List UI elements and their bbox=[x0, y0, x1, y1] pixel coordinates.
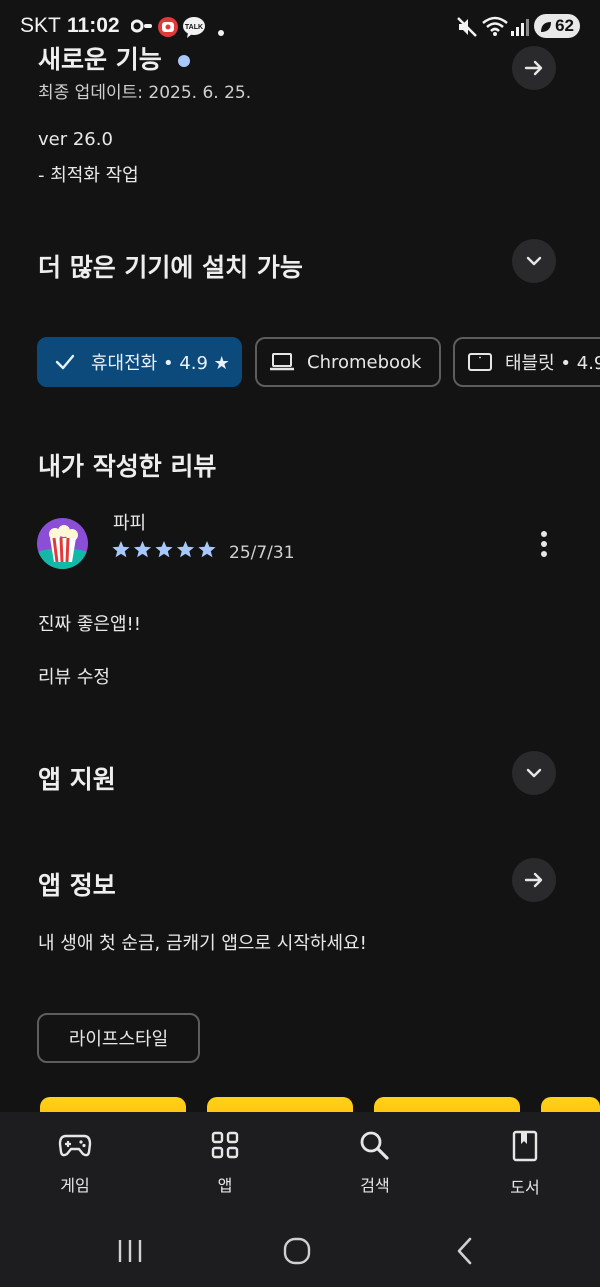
whats-new-title-text: 새로운 기능 bbox=[38, 45, 162, 74]
devices-title: 더 많은 기기에 설치 가능 bbox=[38, 253, 303, 282]
clock: 11:02 bbox=[67, 14, 120, 37]
kakaotalk-icon: TALK bbox=[182, 15, 206, 43]
nav-books-label: 도서 bbox=[510, 1178, 540, 1197]
edit-review-link[interactable]: 리뷰 수정 bbox=[38, 663, 110, 689]
nav-apps-label: 앱 bbox=[217, 1176, 233, 1195]
nav-search-label: 검색 bbox=[360, 1176, 390, 1195]
chip-phone[interactable]: 휴대전화 • 4.9 ★ bbox=[37, 337, 242, 387]
back-button[interactable] bbox=[453, 1237, 477, 1269]
review-text: 진짜 좋은앱!! bbox=[38, 614, 141, 635]
mute-icon bbox=[456, 16, 478, 42]
category-chip-label: 라이프스타일 bbox=[68, 1029, 169, 1050]
tablet-icon bbox=[468, 353, 492, 371]
chip-tablet-label: 태블릿 • 4.9 bbox=[505, 353, 600, 374]
nav-games[interactable]: 게임 bbox=[25, 1130, 125, 1196]
new-dot-icon bbox=[178, 55, 191, 67]
talk-badge: TALK bbox=[185, 24, 203, 31]
carrier-label: SKT bbox=[20, 14, 61, 37]
last-updated: 최종 업데이트: 2025. 6. 25. bbox=[38, 83, 252, 103]
arrow-right-icon bbox=[524, 60, 543, 76]
nav-apps[interactable]: 앱 bbox=[175, 1130, 275, 1196]
popcorn-avatar-icon bbox=[37, 518, 88, 569]
chevron-down-icon bbox=[526, 256, 542, 266]
chip-chromebook-label: Chromebook bbox=[307, 351, 422, 373]
more-vert-icon bbox=[541, 531, 547, 537]
recent-apps-button[interactable] bbox=[115, 1238, 145, 1268]
recents-icon bbox=[118, 1240, 142, 1262]
app-notification-icon bbox=[157, 16, 179, 42]
app-description: 내 생애 첫 순금, 금캐기 앱으로 시작하세요! bbox=[38, 933, 367, 954]
app-info-open-button[interactable] bbox=[512, 858, 556, 902]
nav-books[interactable]: 도서 bbox=[475, 1130, 575, 1198]
review-date: 25/7/31 bbox=[229, 543, 295, 563]
app-support-expand-button[interactable] bbox=[512, 751, 556, 795]
dot-icon bbox=[217, 22, 225, 41]
whats-new-title: 새로운 기능 bbox=[38, 40, 191, 76]
laptop-icon bbox=[270, 353, 294, 371]
category-chip[interactable]: 라이프스타일 bbox=[37, 1013, 200, 1063]
review-author: 파피 bbox=[113, 513, 147, 534]
review-rating bbox=[112, 540, 218, 564]
apps-grid-icon bbox=[211, 1131, 239, 1159]
arrow-right-icon bbox=[524, 872, 543, 888]
chip-chromebook[interactable]: Chromebook bbox=[255, 337, 441, 387]
wifi-icon bbox=[482, 15, 508, 41]
signal-icon bbox=[510, 17, 530, 41]
book-icon bbox=[512, 1130, 538, 1162]
my-review-title: 내가 작성한 리뷰 bbox=[38, 452, 217, 481]
star-rating-icon bbox=[112, 541, 216, 558]
search-icon bbox=[360, 1131, 389, 1160]
app-info-title: 앱 정보 bbox=[38, 871, 116, 900]
nav-search[interactable]: 검색 bbox=[325, 1130, 425, 1196]
release-notes: - 최적화 작업 bbox=[38, 165, 139, 186]
gamepad-icon bbox=[58, 1134, 92, 1157]
devices-expand-button[interactable] bbox=[512, 239, 556, 283]
back-icon bbox=[457, 1237, 472, 1265]
battery-saver-icon bbox=[539, 19, 553, 38]
check-icon bbox=[55, 354, 75, 370]
home-icon bbox=[283, 1237, 311, 1265]
version-text: ver 26.0 bbox=[38, 129, 113, 150]
bottom-navigation: 게임 앱 검색 도서 bbox=[0, 1112, 600, 1287]
nav-games-label: 게임 bbox=[60, 1176, 90, 1195]
chip-tablet[interactable]: 태블릿 • 4.9 bbox=[453, 337, 600, 387]
app-support-title: 앱 지원 bbox=[38, 765, 116, 794]
avatar bbox=[37, 518, 88, 569]
review-more-button[interactable] bbox=[528, 526, 560, 562]
home-button[interactable] bbox=[282, 1237, 312, 1269]
link-icon bbox=[130, 17, 153, 39]
chevron-down-icon bbox=[526, 768, 542, 778]
chip-phone-label: 휴대전화 • 4.9 ★ bbox=[91, 353, 230, 374]
whats-new-open-button[interactable] bbox=[512, 46, 556, 90]
battery-level: 62 bbox=[555, 16, 574, 35]
